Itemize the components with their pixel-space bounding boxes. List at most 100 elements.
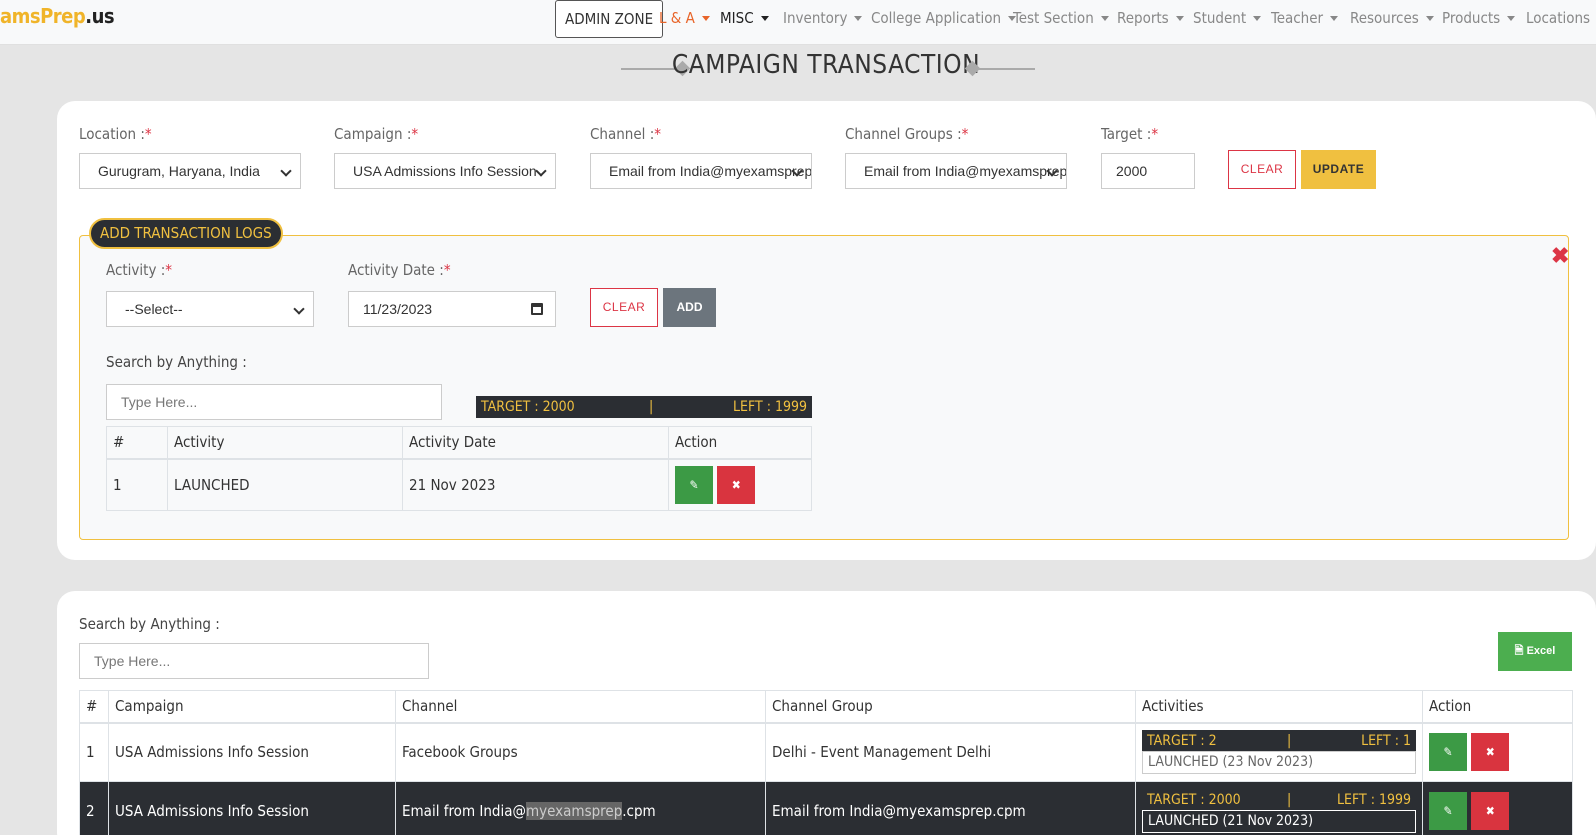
chevron-down-icon <box>1253 16 1262 21</box>
chevron-down-icon <box>535 165 547 177</box>
nav-item-teacher[interactable]: Teacher <box>1271 1 1339 35</box>
pencil-icon: ✎ <box>1443 745 1453 760</box>
channel-groups-label: Channel Groups :* <box>845 125 969 143</box>
action-cell: ✎ ✖ <box>668 458 812 511</box>
location-label: Location :* <box>79 125 152 143</box>
chevron-down-icon <box>1175 16 1184 21</box>
calendar-icon[interactable] <box>531 303 543 315</box>
nav-item-inventory[interactable]: Inventory <box>783 1 863 35</box>
chevron-down-icon <box>760 16 769 21</box>
row-target-bar: TARGET : 2 | LEFT : 1 <box>1142 730 1416 752</box>
top-navbar: amsPrep.us ADMIN ZONE L & A MISC Invento… <box>0 0 1596 45</box>
target-input[interactable]: 2000 <box>1101 153 1195 189</box>
column-header: Action <box>1422 690 1573 723</box>
activities-cell: TARGET : 2 | LEFT : 1 LAUNCHED (23 Nov 2… <box>1135 722 1423 782</box>
channel-group-cell: Delhi - Event Management Delhi <box>765 722 1136 782</box>
admin-zone-button[interactable]: ADMIN ZONE <box>555 0 664 38</box>
activity-date-label: Activity Date :* <box>348 261 451 279</box>
activity-entry: LAUNCHED (23 Nov 2023) <box>1142 751 1416 775</box>
activities-cell: TARGET : 2000 | LEFT : 1999 LAUNCHED (21… <box>1135 781 1423 835</box>
row-number: 1 <box>106 458 168 511</box>
nav-item-college-application[interactable]: College Application <box>871 1 1017 35</box>
chevron-down-icon <box>1330 16 1339 21</box>
activity-select[interactable]: --Select-- <box>106 291 314 327</box>
nav-item-misc[interactable]: MISC <box>720 1 769 35</box>
location-select[interactable]: Gurugram, Haryana, India <box>79 153 301 189</box>
campaign-cell: USA Admissions Info Session <box>108 722 396 782</box>
activity-entry: LAUNCHED (21 Nov 2023) <box>1142 810 1416 833</box>
chevron-down-icon <box>293 303 305 315</box>
date-cell: 21 Nov 2023 <box>402 458 669 511</box>
nav-item-resources[interactable]: Resources <box>1350 1 1434 35</box>
channel-groups-select[interactable]: Email from India@myexamsprep.cpm <box>845 153 1067 189</box>
brand-logo[interactable]: amsPrep.us <box>0 4 115 28</box>
chevron-down-icon <box>701 16 710 21</box>
edit-button[interactable]: ✎ <box>675 465 713 504</box>
log-search-input[interactable]: Type Here... <box>106 384 442 420</box>
log-search-label: Search by Anything : <box>106 353 247 371</box>
table-row-selected[interactable]: 2 USA Admissions Info Session Email from… <box>79 781 1573 835</box>
column-header: # <box>79 690 109 723</box>
channel-cell: Facebook Groups <box>395 722 766 782</box>
channel-label: Channel :* <box>590 125 661 143</box>
list-search-label: Search by Anything : <box>79 615 220 633</box>
nav-item-test-section[interactable]: Test Section <box>1013 1 1109 35</box>
table-row: 1 LAUNCHED 21 Nov 2023 ✎ ✖ <box>106 458 812 511</box>
channel-cell: Email from India@myexamsprep.cpm <box>395 781 766 835</box>
table-row[interactable]: 1 USA Admissions Info Session Facebook G… <box>79 722 1573 782</box>
delete-button[interactable]: ✖ <box>1471 733 1510 772</box>
activity-cell: LAUNCHED <box>167 458 403 511</box>
edit-button[interactable]: ✎ <box>1429 792 1467 830</box>
campaign-select[interactable]: USA Admissions Info Session <box>334 153 556 189</box>
add-transaction-logs-badge: ADD TRANSACTION LOGS <box>89 218 283 249</box>
close-icon: ✖ <box>731 477 741 492</box>
delete-button[interactable]: ✖ <box>1471 792 1510 830</box>
column-header: Activities <box>1135 690 1423 723</box>
channel-select[interactable]: Email from India@myexamsprep.cpm <box>590 153 812 189</box>
campaign-cell: USA Admissions Info Session <box>108 781 396 835</box>
campaign-label: Campaign :* <box>334 125 419 143</box>
log-table: # Activity Activity Date Action 1 LAUNCH… <box>106 426 812 511</box>
column-header: Channel <box>395 690 766 723</box>
title-divider-right <box>977 68 1035 70</box>
page-title: CAMPAIGN TRANSACTION <box>671 50 981 80</box>
column-header: Channel Group <box>765 690 1136 723</box>
activity-label: Activity :* <box>106 261 173 279</box>
row-target-bar: TARGET : 2000 | LEFT : 1999 <box>1142 789 1416 810</box>
column-header: Action <box>668 426 812 459</box>
close-icon: ✖ <box>1485 745 1495 760</box>
nav-item-student[interactable]: Student <box>1193 1 1262 35</box>
edit-button[interactable]: ✎ <box>1429 733 1467 772</box>
action-cell: ✎ ✖ <box>1422 722 1573 782</box>
channel-group-cell: Email from India@myexamsprep.cpm <box>765 781 1136 835</box>
pencil-icon: ✎ <box>689 477 699 492</box>
chevron-down-icon <box>280 165 292 177</box>
log-target-bar: TARGET : 2000 | LEFT : 1999 <box>476 396 812 418</box>
nav-item-la[interactable]: L & A <box>659 1 710 35</box>
transaction-table: # Campaign Channel Channel Group Activit… <box>79 690 1573 835</box>
activity-date-input[interactable]: 11/23/2023 <box>348 291 556 327</box>
delete-button[interactable]: ✖ <box>717 465 756 504</box>
chevron-down-icon <box>1425 16 1434 21</box>
file-excel-icon: 🗎 <box>1514 645 1524 657</box>
add-button[interactable]: ADD <box>663 288 716 327</box>
action-cell: ✎ ✖ <box>1422 781 1573 835</box>
clear-button[interactable]: CLEAR <box>1228 150 1296 189</box>
nav-item-products[interactable]: Products <box>1442 1 1516 35</box>
chevron-down-icon <box>1100 16 1109 21</box>
close-icon: ✖ <box>1485 804 1495 818</box>
column-header: Activity Date <box>402 426 669 459</box>
log-clear-button[interactable]: CLEAR <box>590 288 658 327</box>
chevron-down-icon <box>1507 16 1516 21</box>
nav-item-locations[interactable]: Locations <box>1526 1 1596 35</box>
excel-export-button[interactable]: 🗎 Excel <box>1498 632 1572 671</box>
column-header: Campaign <box>108 690 396 723</box>
update-button[interactable]: UPDATE <box>1301 150 1376 189</box>
target-label: Target :* <box>1101 125 1159 143</box>
nav-item-reports[interactable]: Reports <box>1117 1 1184 35</box>
chevron-down-icon <box>854 16 863 21</box>
row-number: 1 <box>79 722 109 782</box>
list-search-input[interactable]: Type Here... <box>79 643 429 679</box>
column-header: # <box>106 426 168 459</box>
close-icon[interactable]: ✖ <box>1551 243 1569 269</box>
